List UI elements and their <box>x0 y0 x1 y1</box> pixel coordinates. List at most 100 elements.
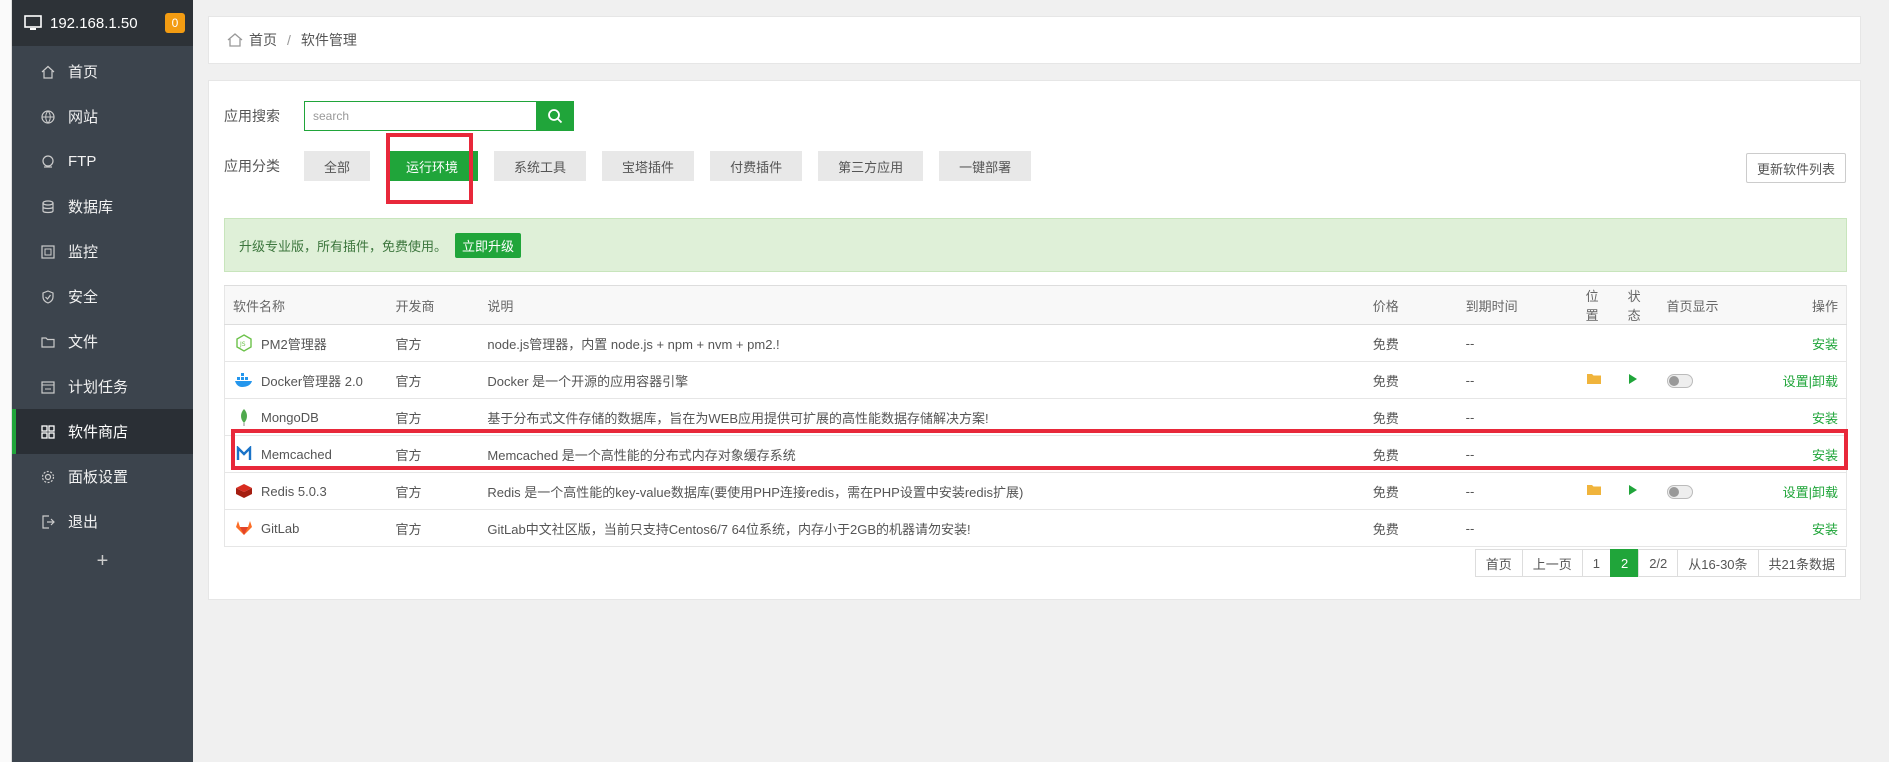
page-2-current: 2 <box>1609 549 1640 577</box>
homepage-toggle[interactable] <box>1666 373 1693 388</box>
folder-icon <box>40 334 56 350</box>
home-icon <box>40 64 56 80</box>
uninstall-button[interactable]: 卸载 <box>1812 374 1838 389</box>
price: 免费 <box>1364 509 1458 547</box>
sidebar-item-monitor[interactable]: 监控 <box>12 229 193 274</box>
database-icon <box>40 199 56 215</box>
settings-button[interactable]: 设置 <box>1783 485 1809 500</box>
developer: 官方 <box>387 472 480 510</box>
category-row: 应用分类 全部 运行环境 系统工具 宝塔插件 付费插件 第三方应用 一键部署 <box>224 151 1047 181</box>
sidebar-item-ftp[interactable]: FTP <box>12 139 193 184</box>
price: 免费 <box>1364 472 1458 510</box>
table-row: GitLab 官方 GitLab中文社区版，当前只支持Centos6/7 64位… <box>224 509 1848 547</box>
monitor-icon <box>24 15 42 30</box>
play-icon[interactable] <box>1628 484 1638 499</box>
settings-button[interactable]: 设置 <box>1783 374 1809 389</box>
table-header: 软件名称 开发商 说明 价格 到期时间 位置 状态 首页显示 操作 <box>224 285 1848 325</box>
software-name: GitLab <box>261 520 300 536</box>
column-header: 操作 <box>1768 285 1848 325</box>
expire-date: -- <box>1457 472 1578 510</box>
page-range: 从16-30条 <box>1677 549 1759 577</box>
calendar-icon <box>40 379 56 395</box>
table-row: JS PM2管理器 官方 node.js管理器，内置 node.js + npm … <box>224 324 1848 362</box>
ftp-icon <box>40 154 56 170</box>
sidebar-item-database[interactable]: 数据库 <box>12 184 193 229</box>
grid-icon <box>40 424 56 440</box>
mongodb-icon <box>233 406 255 428</box>
search-button[interactable] <box>536 101 574 131</box>
search-input[interactable]: search <box>304 101 536 131</box>
software-table: 软件名称 开发商 说明 价格 到期时间 位置 状态 首页显示 操作 JS PM2管… <box>224 285 1848 547</box>
developer: 官方 <box>387 324 480 362</box>
background-window-strip <box>0 0 12 762</box>
page-prev[interactable]: 上一页 <box>1521 549 1583 577</box>
tab-paid-plugins[interactable]: 付费插件 <box>710 151 803 181</box>
breadcrumb-current: 软件管理 <box>300 32 357 48</box>
sidebar-menu: 首页 网站 FTP 数据库 监控 安全 文件 计划任务 软件商店 面板设置 退出 <box>12 46 193 544</box>
category-label: 应用分类 <box>224 158 280 174</box>
page-1[interactable]: 1 <box>1581 549 1611 577</box>
server-header: 192.168.1.50 0 <box>12 0 193 46</box>
software-name: PM2管理器 <box>261 336 327 352</box>
add-button[interactable]: + <box>12 550 193 573</box>
homepage-toggle[interactable] <box>1666 484 1693 499</box>
search-row: 应用搜索 search <box>224 101 574 131</box>
server-ip: 192.168.1.50 <box>50 14 138 32</box>
sidebar-item-security[interactable]: 安全 <box>12 274 193 319</box>
column-header: 开发商 <box>387 285 480 325</box>
tab-all[interactable]: 全部 <box>304 151 371 181</box>
svg-text:JS: JS <box>239 341 246 348</box>
expire-date: -- <box>1457 509 1578 547</box>
upgrade-banner: 升级专业版，所有插件，免费使用。 立即升级 <box>224 218 1847 272</box>
uninstall-button[interactable]: 卸载 <box>1812 485 1838 500</box>
breadcrumb-home-link[interactable]: 首页 <box>249 30 277 50</box>
developer: 官方 <box>387 361 480 399</box>
sidebar-item-store[interactable]: 软件商店 <box>12 409 193 454</box>
software-name: Docker管理器 2.0 <box>261 373 363 389</box>
install-button[interactable]: 安装 <box>1812 411 1838 426</box>
page-first[interactable]: 首页 <box>1474 549 1523 577</box>
sidebar-item-website[interactable]: 网站 <box>12 94 193 139</box>
sidebar-item-home[interactable]: 首页 <box>12 49 193 94</box>
breadcrumb: 首页 / 软件管理 <box>208 16 1861 64</box>
tab-one-click-deploy[interactable]: 一键部署 <box>939 151 1032 181</box>
highlight-box <box>386 133 473 204</box>
description: GitLab中文社区版，当前只支持Centos6/7 64位系统，内存小于2GB… <box>479 509 1365 547</box>
upgrade-button[interactable]: 立即升级 <box>455 232 522 258</box>
expire-date: -- <box>1457 324 1578 362</box>
price: 免费 <box>1364 324 1458 362</box>
column-header: 价格 <box>1364 285 1458 325</box>
software-name: Redis 5.0.3 <box>261 483 327 499</box>
sidebar: 192.168.1.50 0 首页 网站 FTP 数据库 监控 安全 文件 计划… <box>12 0 193 762</box>
column-header: 软件名称 <box>224 285 388 325</box>
refresh-list-button[interactable]: 更新软件列表 <box>1745 153 1846 183</box>
column-header: 到期时间 <box>1457 285 1578 325</box>
description: Redis 是一个高性能的key-value数据库(要使用PHP连接redis，… <box>479 472 1365 510</box>
tab-bt-plugins[interactable]: 宝塔插件 <box>602 151 695 181</box>
description: Docker 是一个开源的应用容器引擎 <box>479 361 1365 399</box>
sidebar-item-settings[interactable]: 面板设置 <box>12 454 193 499</box>
description: node.js管理器，内置 node.js + npm + nvm + pm2.… <box>479 324 1365 362</box>
install-button[interactable]: 安装 <box>1812 522 1838 537</box>
expire-date: -- <box>1457 361 1578 399</box>
table-row: Docker管理器 2.0 官方 Docker 是一个开源的应用容器引擎 免费 … <box>224 361 1848 399</box>
folder-icon[interactable] <box>1586 373 1602 388</box>
install-button[interactable]: 安装 <box>1812 337 1838 352</box>
developer: 官方 <box>387 509 480 547</box>
column-header: 状态 <box>1619 285 1659 325</box>
software-name: MongoDB <box>261 409 319 425</box>
column-header: 位置 <box>1577 285 1620 325</box>
sidebar-item-logout[interactable]: 退出 <box>12 499 193 544</box>
logout-icon <box>40 514 56 530</box>
column-header: 首页显示 <box>1658 285 1769 325</box>
sidebar-item-files[interactable]: 文件 <box>12 319 193 364</box>
notification-badge[interactable]: 0 <box>165 13 185 33</box>
play-icon[interactable] <box>1628 373 1638 388</box>
folder-icon[interactable] <box>1586 484 1602 499</box>
sidebar-item-cron[interactable]: 计划任务 <box>12 364 193 409</box>
docker-icon <box>233 369 255 391</box>
table-row: Redis 5.0.3 官方 Redis 是一个高性能的key-value数据库… <box>224 472 1848 510</box>
page-count: 2/2 <box>1638 549 1679 577</box>
tab-third-party[interactable]: 第三方应用 <box>818 151 924 181</box>
tab-system-tools[interactable]: 系统工具 <box>494 151 587 181</box>
